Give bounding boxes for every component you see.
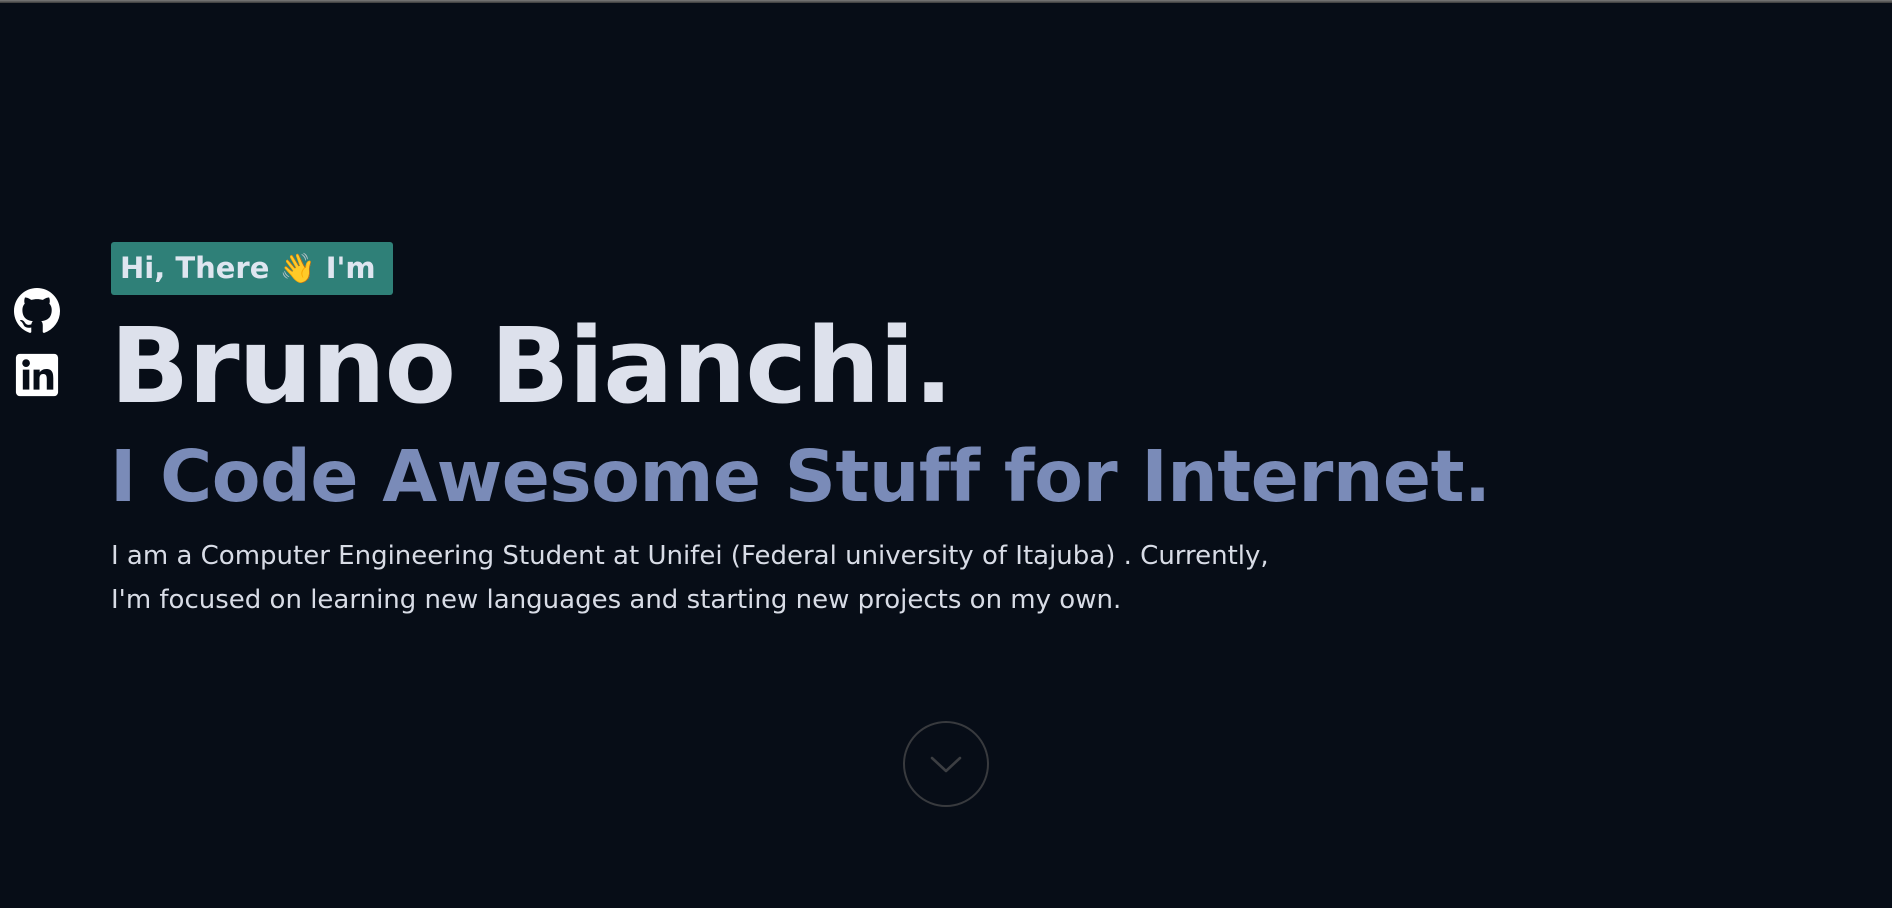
hero-name: Bruno Bianchi. xyxy=(110,305,953,427)
github-icon xyxy=(14,288,60,333)
page: Hi, There 👋 I'm Bruno Bianchi. I Code Aw… xyxy=(0,0,1892,908)
bio-line-2: I'm focused on learning new languages an… xyxy=(111,585,1122,615)
github-link[interactable] xyxy=(14,288,60,334)
social-links xyxy=(14,288,60,398)
bio-line-1: I am a Computer Engineering Student at U… xyxy=(111,541,1269,571)
linkedin-icon xyxy=(15,353,59,397)
greeting-badge: Hi, There 👋 I'm xyxy=(111,242,393,295)
hero-bio: I am a Computer Engineering Student at U… xyxy=(111,534,1371,622)
top-divider xyxy=(0,0,1892,3)
chevron-down-icon xyxy=(930,756,962,773)
linkedin-link[interactable] xyxy=(14,352,60,398)
hero-tagline: I Code Awesome Stuff for Internet. xyxy=(110,435,1491,518)
scroll-down-button[interactable] xyxy=(903,721,989,807)
